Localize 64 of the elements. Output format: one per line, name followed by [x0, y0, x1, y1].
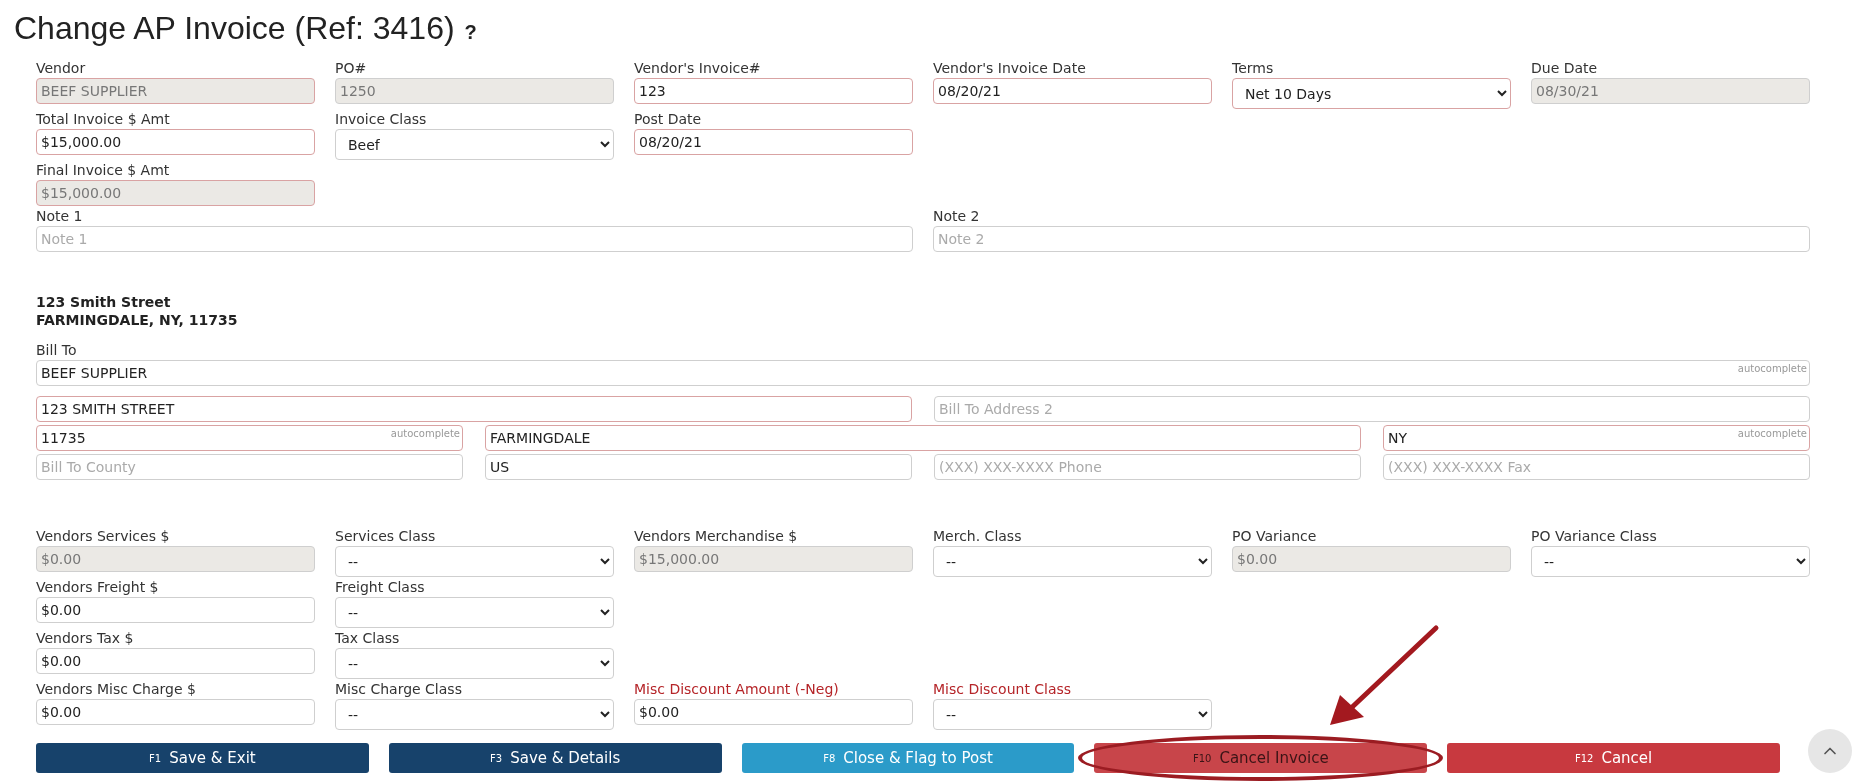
field-label: Tax Class	[335, 629, 401, 648]
field-label: PO Variance Class	[1531, 527, 1658, 546]
field-label: Note 2	[933, 207, 981, 226]
field-label: Terms	[1232, 59, 1275, 78]
page-title: Change AP Invoice (Ref: 3416)	[14, 10, 455, 47]
field-label: Vendor	[36, 59, 87, 78]
text-field[interactable]: Note 2	[933, 226, 1810, 252]
field-label: Misc Discount Class	[933, 680, 1073, 699]
dropdown[interactable]: --	[335, 546, 614, 577]
text-field[interactable]: (XXX) XXX-XXXX Fax	[1383, 454, 1810, 480]
text-field[interactable]: $15,000.00	[36, 129, 315, 155]
text-field[interactable]: Note 1	[36, 226, 913, 252]
help-link[interactable]: ?	[464, 21, 477, 44]
field-label: Vendors Freight $	[36, 578, 160, 597]
field-label: Bill To	[36, 341, 78, 360]
field-label: PO Variance	[1232, 527, 1318, 546]
text-field[interactable]: 08/20/21	[933, 78, 1212, 104]
field-label: Post Date	[634, 110, 703, 129]
field-label: Total Invoice $ Amt	[36, 110, 171, 129]
field-label: PO#	[335, 59, 368, 78]
text-field[interactable]: (XXX) XXX-XXXX Phone	[934, 454, 1361, 480]
field-label: Vendor's Invoice#	[634, 59, 762, 78]
autocomplete-hint: autocomplete	[390, 428, 460, 439]
field-label: Note 1	[36, 207, 84, 226]
field-label: Vendor's Invoice Date	[933, 59, 1087, 78]
text-field[interactable]: 08/20/21	[634, 129, 913, 155]
action-button[interactable]: F12 Cancel	[1447, 743, 1780, 773]
text-field[interactable]: 123	[634, 78, 913, 104]
field-label: Freight Class	[335, 578, 426, 597]
address-line: FARMINGDALE, NY, 11735	[36, 311, 239, 329]
field-label: Merch. Class	[933, 527, 1023, 546]
field-label: Final Invoice $ Amt	[36, 161, 171, 180]
field-label: Vendors Misc Charge $	[36, 680, 197, 699]
dropdown[interactable]: --	[335, 597, 614, 628]
field-label: Vendors Tax $	[36, 629, 135, 648]
field-label: Misc Charge Class	[335, 680, 463, 699]
text-field[interactable]: Bill To Address 2	[934, 396, 1810, 422]
field-label: Misc Discount Amount (-Neg)	[634, 680, 840, 699]
autocomplete-hint: autocomplete	[1737, 363, 1807, 374]
dropdown[interactable]: Net 10 Days	[1232, 78, 1511, 109]
text-field[interactable]: $0.00	[36, 648, 315, 674]
field-label: Vendors Services $	[36, 527, 171, 546]
scroll-to-top-button[interactable]	[1808, 729, 1852, 773]
dropdown[interactable]: --	[933, 699, 1212, 730]
text-field[interactable]: $0.00	[36, 699, 315, 725]
address-line: 123 Smith Street	[36, 293, 172, 311]
text-field[interactable]: Bill To County	[36, 454, 463, 480]
action-button[interactable]: F3 Save & Details	[388, 743, 722, 773]
autocomplete-hint: autocomplete	[1737, 428, 1807, 439]
dropdown[interactable]: --	[933, 546, 1212, 577]
dropdown[interactable]: --	[1531, 546, 1810, 577]
dropdown[interactable]: --	[335, 648, 614, 679]
field-label: Invoice Class	[335, 110, 428, 129]
field-label: Services Class	[335, 527, 437, 546]
text-field[interactable]: $0.00	[634, 699, 913, 725]
text-field[interactable]: FARMINGDALE	[485, 425, 1361, 451]
field-label: Vendors Merchandise $	[634, 527, 799, 546]
text-field[interactable]: $0.00	[36, 597, 315, 623]
field-label: Due Date	[1531, 59, 1599, 78]
text-field[interactable]: 123 SMITH STREET	[36, 396, 912, 422]
action-button[interactable]: F1 Save & Exit	[36, 743, 369, 773]
text-field[interactable]: US	[485, 454, 912, 480]
dropdown[interactable]: --	[335, 699, 614, 730]
dropdown[interactable]: Beef	[335, 129, 614, 160]
